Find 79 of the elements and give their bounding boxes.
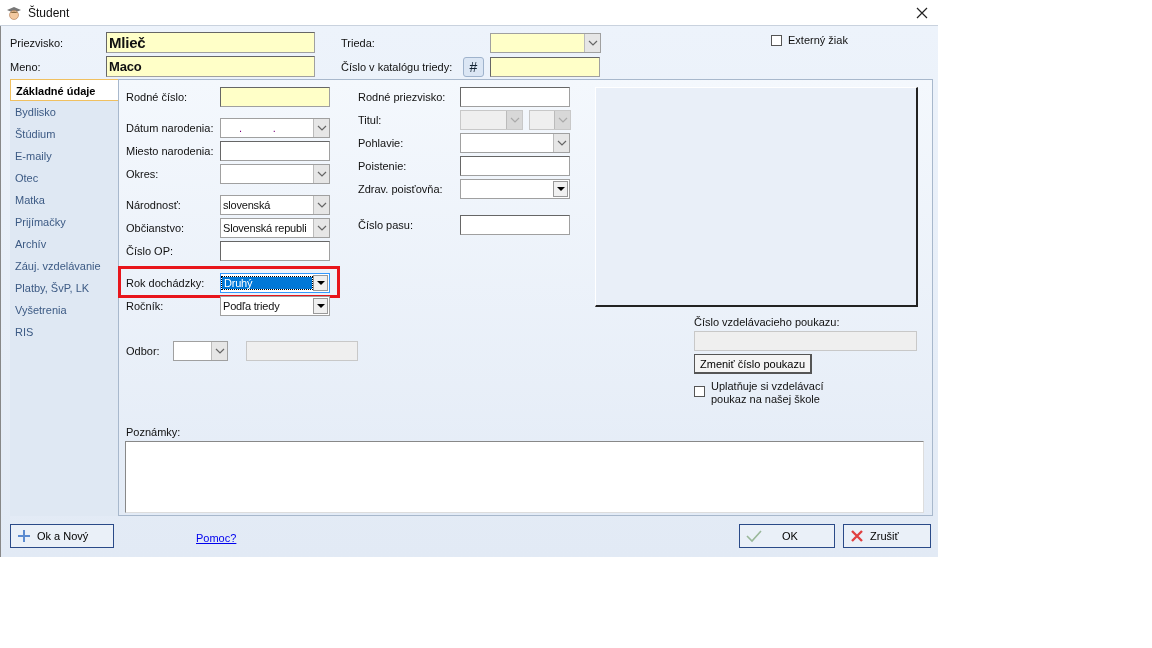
field-label: Titul: xyxy=(358,113,383,126)
field-label: Meno: xyxy=(10,60,42,73)
chevron-icon xyxy=(313,164,329,183)
field-label: Dátum narodenia: xyxy=(126,121,215,134)
tab[interactable]: RIS xyxy=(10,321,118,343)
field-label: Pohlavie: xyxy=(358,136,405,149)
tab[interactable]: Prijímačky xyxy=(10,211,118,233)
notes-field[interactable] xyxy=(125,441,924,513)
number-button[interactable]: # xyxy=(463,56,484,77)
field-label: Rodné číslo: xyxy=(126,90,189,103)
text-field[interactable]: Mlieč xyxy=(106,32,315,53)
field-label: Občianstvo: xyxy=(126,221,186,234)
caret-icon xyxy=(553,180,568,197)
field-label: Národnosť: xyxy=(126,198,182,211)
plus-icon xyxy=(17,529,31,543)
chevron-icon xyxy=(313,195,329,214)
chevron-icon xyxy=(313,118,329,137)
tab[interactable]: Matka xyxy=(10,189,118,211)
field-label: Okres: xyxy=(126,167,160,180)
combo-box[interactable] xyxy=(460,132,570,153)
cancel-button[interactable]: Zrušiť xyxy=(843,524,931,548)
dropdown[interactable]: Podľa triedy xyxy=(220,295,330,316)
caret-icon xyxy=(313,274,328,291)
tab[interactable]: Základné údaje xyxy=(10,79,118,101)
field-label: Číslo v katalógu triedy: xyxy=(341,60,454,73)
text-field[interactable] xyxy=(220,140,330,161)
text-field[interactable] xyxy=(460,214,570,235)
ok-button[interactable]: OK xyxy=(739,524,835,548)
text-field[interactable] xyxy=(460,155,570,176)
dropdown[interactable]: Druhý xyxy=(220,272,330,293)
chevron-icon xyxy=(553,133,569,152)
field-label: Miesto narodenia: xyxy=(126,144,215,157)
checkbox[interactable] xyxy=(771,34,782,46)
field-label: Číslo OP: xyxy=(126,244,175,257)
field-label: Odbor: xyxy=(126,344,161,357)
date-picker[interactable]: . . xyxy=(220,117,330,138)
student-icon xyxy=(6,4,22,21)
text-field[interactable] xyxy=(460,86,570,107)
tab[interactable]: Archív xyxy=(10,233,118,255)
combo-box[interactable]: Slovenská republi xyxy=(220,217,330,238)
field-label: Rok dochádzky: xyxy=(126,276,206,289)
field-label: Trieda: xyxy=(341,36,376,49)
window-title: Študent xyxy=(28,5,71,20)
tab[interactable]: Záuj. vzdelávanie xyxy=(10,255,118,277)
field-label: Ročník: xyxy=(126,299,165,312)
field-label: Poistenie: xyxy=(358,159,408,172)
combo-box[interactable] xyxy=(220,163,330,184)
tab[interactable]: Platby, ŠvP, LK xyxy=(10,277,118,299)
tab[interactable]: Vyšetrenia xyxy=(10,299,118,321)
chevron-icon xyxy=(211,341,228,360)
field-label: Rodné priezvisko: xyxy=(358,90,447,103)
field-label: Priezvisko: xyxy=(10,36,65,49)
text-field[interactable] xyxy=(220,86,330,107)
text-field[interactable] xyxy=(220,240,330,261)
combo-box[interactable]: slovenská xyxy=(220,194,330,215)
chevron-icon xyxy=(554,110,570,129)
field-label: Zdrav. poisťovňa: xyxy=(358,182,444,195)
chevron-icon xyxy=(506,110,522,129)
tab[interactable]: Bydlisko xyxy=(10,101,118,123)
close-icon xyxy=(850,529,864,543)
dropdown[interactable] xyxy=(460,178,570,199)
checkbox-label: Uplatňuje si vzdelávací poukaz na našej škole xyxy=(711,380,825,406)
checkbox-label: Externý žiak xyxy=(788,34,848,46)
field-label: Poznámky: xyxy=(126,426,182,438)
caret-icon xyxy=(313,297,328,314)
text-field[interactable] xyxy=(490,56,600,77)
tab[interactable]: Otec xyxy=(10,167,118,189)
field-label: Číslo pasu: xyxy=(358,218,415,231)
combo-box[interactable] xyxy=(172,340,229,361)
help-link[interactable]: Pomoc? xyxy=(196,532,237,544)
tab[interactable]: Štúdium xyxy=(10,123,118,145)
close-icon[interactable] xyxy=(916,6,928,19)
chevron-icon xyxy=(313,218,329,237)
ok-and-new-button[interactable]: Ok a Nový xyxy=(10,524,114,548)
text-field[interactable]: Maco xyxy=(106,56,315,77)
field-label: Číslo vzdelávacieho poukazu: xyxy=(694,316,840,328)
chevron-icon xyxy=(584,33,600,52)
tab[interactable]: E-maily xyxy=(10,145,118,167)
check-icon xyxy=(746,529,762,543)
